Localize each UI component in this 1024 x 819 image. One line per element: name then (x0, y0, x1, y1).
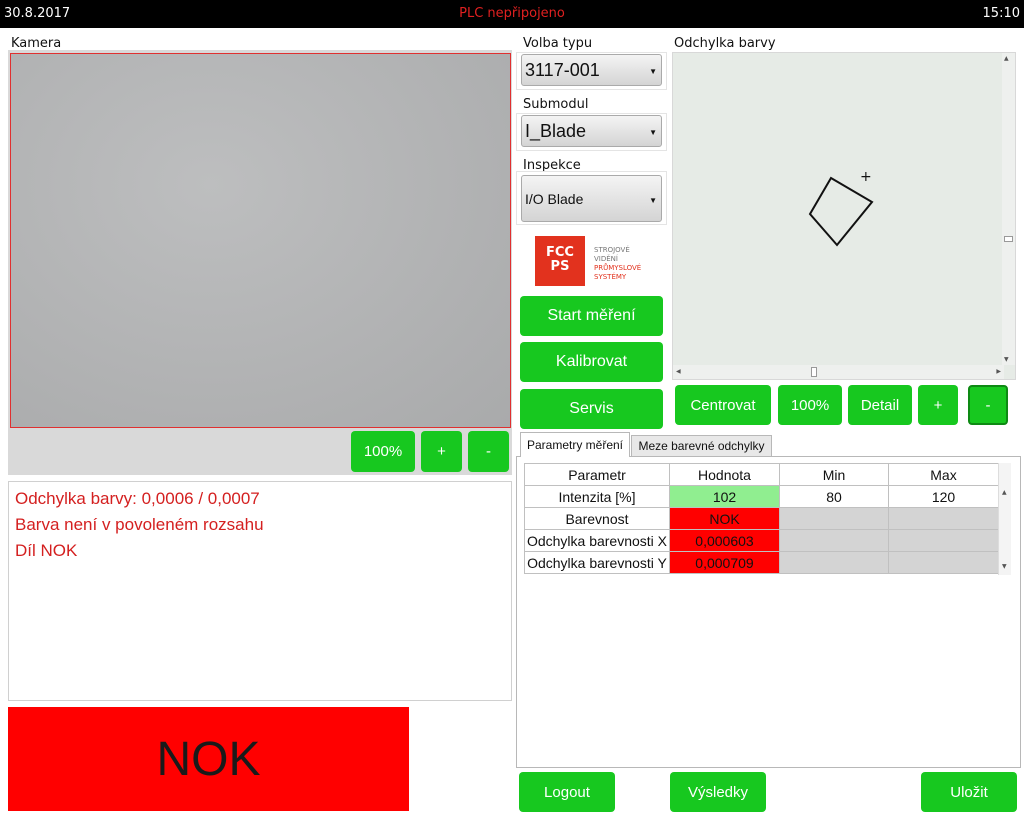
type-select-value: 3117-001 (525, 59, 600, 80)
color-deviation-plot[interactable]: + ▲ ▼ ◀ ▶ (672, 52, 1016, 380)
logo-mark: FCC PS (535, 236, 585, 286)
scroll-up-icon[interactable]: ▲ (1002, 489, 1007, 496)
plc-status: PLC nepřipojeno (459, 6, 565, 21)
table-scrollbar[interactable]: ▲ ▼ (998, 463, 1011, 575)
camera-zoom-100-button[interactable]: 100% (351, 431, 415, 472)
logo-text-line: PRŮMYSLOVÉ (594, 264, 642, 272)
param-max-cell (888, 551, 999, 574)
param-value-cell: 102 (669, 485, 780, 508)
logo-mark-line: PS (550, 259, 570, 274)
column-header[interactable]: Max (888, 463, 999, 486)
detail-button[interactable]: Detail (848, 385, 912, 425)
message-line: Díl NOK (15, 541, 78, 560)
param-name-cell: Odchylka barevnosti X (524, 529, 670, 552)
param-name-cell: Odchylka barevnosti Y (524, 551, 670, 574)
type-select[interactable]: 3117-001 ▼ (521, 54, 662, 86)
chevron-down-icon: ▼ (649, 67, 657, 76)
column-header[interactable]: Parametr (524, 463, 670, 486)
scroll-down-icon[interactable]: ▼ (1004, 356, 1009, 363)
message-line: Odchylka barvy: 0,0006 / 0,0007 (15, 489, 260, 508)
camera-view[interactable] (10, 53, 511, 428)
logo-text-line: SYSTÉMY (594, 273, 627, 281)
param-name-cell: Intenzita [%] (524, 485, 670, 508)
tab-color-limits[interactable]: Meze barevné odchylky (631, 435, 772, 456)
chevron-down-icon: ▼ (649, 128, 657, 137)
status-bar: 30.8.2017 PLC nepřipojeno 15:10 (0, 0, 1024, 28)
table-row[interactable]: Odchylka barevnosti Y 0,000709 (524, 551, 999, 574)
camera-label: Kamera (11, 36, 62, 51)
scroll-up-icon[interactable]: ▲ (1004, 55, 1009, 62)
type-select-label: Volba typu (523, 36, 593, 51)
results-button[interactable]: Výsledky (670, 772, 766, 812)
plot-zoom-in-button[interactable]: + (918, 385, 958, 425)
vertical-scrollbar[interactable]: ▲ ▼ (1002, 53, 1015, 365)
plot-zoom-out-button[interactable]: - (968, 385, 1008, 425)
logo-text-line: STROJOVÉ (594, 246, 630, 254)
measurement-marker: + (860, 169, 872, 185)
column-header[interactable]: Hodnota (669, 463, 780, 486)
scroll-thumb[interactable] (1004, 236, 1013, 242)
param-min-cell (779, 529, 889, 552)
camera-zoom-out-button[interactable]: - (468, 431, 509, 472)
table-header-row: Parametr Hodnota Min Max (524, 463, 999, 486)
submodule-select[interactable]: I_Blade ▼ (521, 115, 662, 147)
logo-text: STROJOVÉ VIDĚNÍ PRŮMYSLOVÉ SYSTÉMY (594, 246, 641, 282)
chevron-down-icon: ▼ (649, 195, 657, 205)
logo-text-line: VIDĚNÍ (594, 255, 618, 263)
save-button[interactable]: Uložit (921, 772, 1017, 812)
column-header[interactable]: Min (779, 463, 889, 486)
param-value-cell: 0,000709 (669, 551, 780, 574)
params-table: Parametr Hodnota Min Max Intenzita [%] 1… (524, 463, 999, 574)
table-row[interactable]: Barevnost NOK (524, 507, 999, 530)
table-row[interactable]: Odchylka barevnosti X 0,000603 (524, 529, 999, 552)
start-measurement-button[interactable]: Start měření (520, 296, 663, 336)
scroll-down-icon[interactable]: ▼ (1002, 563, 1007, 570)
message-line: Barva není v povoleném rozsahu (15, 515, 264, 534)
inspection-select-value: I/O Blade (525, 190, 584, 207)
submodule-select-label: Submodul (523, 97, 589, 112)
message-log: Odchylka barvy: 0,0006 / 0,0007 Barva ne… (8, 481, 512, 701)
param-max-cell[interactable]: 120 (888, 485, 999, 508)
color-deviation-canvas: + (808, 169, 874, 247)
company-logo: FCC PS STROJOVÉ VIDĚNÍ PRŮMYSLOVÉ SYSTÉM… (535, 236, 650, 288)
tab-measurement-params[interactable]: Parametry měření (520, 432, 630, 457)
plot-zoom-100-button[interactable]: 100% (778, 385, 842, 425)
table-row[interactable]: Intenzita [%] 102 80 120 (524, 485, 999, 508)
param-name-cell: Barevnost (524, 507, 670, 530)
submodule-select-value: I_Blade (525, 120, 587, 141)
time-display: 15:10 (982, 6, 1020, 21)
logout-button[interactable]: Logout (519, 772, 615, 812)
scroll-left-icon[interactable]: ◀ (676, 368, 681, 375)
calibrate-button[interactable]: Kalibrovat (520, 342, 663, 382)
result-indicator: NOK (8, 707, 409, 811)
scroll-thumb[interactable] (811, 367, 817, 377)
logo-mark-line: FCC (546, 245, 574, 260)
scroll-right-icon[interactable]: ▶ (996, 368, 1001, 375)
horizontal-scrollbar[interactable]: ◀ ▶ (673, 365, 1004, 379)
center-button[interactable]: Centrovat (675, 385, 771, 425)
color-deviation-label: Odchylka barvy (674, 36, 776, 51)
param-max-cell (888, 507, 999, 530)
param-min-cell (779, 507, 889, 530)
service-button[interactable]: Servis (520, 389, 663, 429)
param-value-cell: NOK (669, 507, 780, 530)
inspection-select[interactable]: I/O Blade ▼ (521, 175, 662, 222)
tolerance-polygon (808, 176, 874, 247)
param-max-cell (888, 529, 999, 552)
param-min-cell (779, 551, 889, 574)
param-min-cell[interactable]: 80 (779, 485, 889, 508)
param-value-cell: 0,000603 (669, 529, 780, 552)
camera-zoom-in-button[interactable]: + (421, 431, 462, 472)
